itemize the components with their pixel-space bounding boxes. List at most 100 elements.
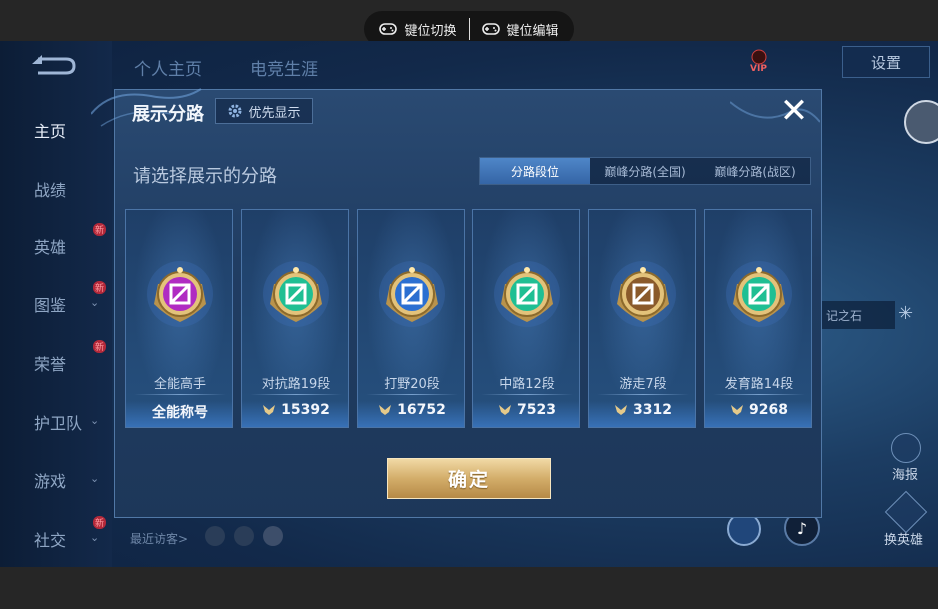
lane-card[interactable]: 发育路14段 9268	[704, 209, 812, 428]
all-round-emblem-icon	[147, 261, 213, 327]
lane-card-divider	[134, 394, 226, 395]
game-viewport: 主页 战绩 英雄新图鉴 ⌄ 新荣誉新护卫队 ⌄ 游戏 ⌄ 社交 ⌄ 新 个人主页 电竞生涯 VIP …	[0, 41, 938, 567]
round-menu-icon[interactable]	[904, 100, 938, 144]
chevron-down-icon: ⌄	[90, 414, 100, 427]
visitor-avatar[interactable]	[263, 526, 283, 546]
lane-type-tabs: 分路段位 巅峰分路(全国) 巅峰分路(战区)	[479, 157, 811, 185]
lane-card[interactable]: 全能高手 全能称号	[125, 209, 233, 428]
sidebar-item[interactable]: 荣誉 新	[0, 340, 112, 378]
lane-card[interactable]: 游走7段 3312	[588, 209, 696, 428]
settings-button[interactable]: 设置	[842, 46, 930, 78]
lane-card-name: 对抗路19段	[261, 377, 331, 392]
jungle-emblem-icon	[379, 261, 445, 327]
key-switch-button[interactable]: 键位切换	[367, 20, 468, 39]
lane-card-divider	[250, 394, 342, 395]
visitor-avatar[interactable]	[234, 526, 254, 546]
lane-type-tab[interactable]: 分路段位	[480, 158, 590, 184]
lane-card-score: 16752	[358, 402, 464, 418]
lane-card-score: 7523	[473, 402, 579, 418]
sidebar-item[interactable]: 游戏 ⌄	[0, 465, 112, 495]
gear-icon	[228, 104, 242, 118]
lane-card[interactable]: 对抗路19段 15392	[241, 209, 349, 428]
gamepad-icon	[481, 23, 500, 35]
snowflake-icon[interactable]: ✳	[898, 303, 913, 324]
new-badge: 新	[93, 223, 107, 236]
roam-emblem-icon	[610, 261, 676, 327]
chevron-down-icon: ⌄	[90, 472, 100, 485]
lane-card-score: 15392	[242, 402, 348, 418]
lane-card[interactable]: 中路12段 7523	[472, 209, 580, 428]
priority-display-button[interactable]: 优先显示	[215, 98, 313, 124]
lane-card-score-value: 16752	[397, 402, 446, 418]
dialog-title: 展示分路	[132, 104, 204, 125]
display-lane-dialog: 展示分路 优先显示 ✕ 请选择展示的分路 分路段位 巅峰分路(全国) 巅峰分路(战区…	[91, 88, 822, 518]
settings-label: 设置	[870, 53, 901, 72]
lane-card-divider	[713, 394, 805, 395]
lane-card-score: 9268	[705, 402, 811, 418]
back-arrow-icon[interactable]	[30, 55, 76, 77]
new-badge: 新	[93, 281, 107, 294]
sidebar-item[interactable]: 英雄 新	[0, 223, 112, 261]
lane-card-score: 全能称号	[126, 402, 232, 422]
lane-card-name: 中路12段	[499, 377, 555, 392]
lane-type-tab[interactable]: 巅峰分路(全国)	[590, 158, 700, 184]
lane-card-score-value: 全能称号	[152, 405, 208, 421]
dialog-subtitle: 请选择展示的分路	[133, 166, 277, 187]
recent-visitors-link[interactable]: 最近访客>	[130, 530, 188, 547]
stone-label[interactable]: 记之石	[820, 301, 895, 329]
sidebar-item-label: 图鉴	[34, 296, 67, 315]
poster-label: 海报	[892, 468, 919, 483]
lane-card-divider	[481, 394, 573, 395]
close-button[interactable]: ✕	[778, 94, 810, 128]
lane-card-score-value: 9268	[749, 402, 788, 418]
lane-card[interactable]: 打野20段 16752	[357, 209, 465, 428]
sidebar-item-label: 主页	[34, 122, 67, 141]
lane-card-score: 3312	[589, 402, 695, 418]
sidebar-item-label: 护卫队	[34, 414, 83, 433]
lane-type-tab[interactable]: 巅峰分路(战区)	[700, 158, 810, 184]
visitor-avatar[interactable]	[205, 526, 225, 546]
change-hero-icon[interactable]	[884, 490, 928, 534]
key-edit-button[interactable]: 键位编辑	[470, 20, 571, 39]
lane-card-name: 游走7段	[619, 377, 667, 392]
sidebar-item[interactable]: 战绩	[0, 174, 112, 204]
sidebar-item[interactable]: 社交 ⌄ 新	[0, 516, 112, 554]
tab-profile-home[interactable]: 个人主页	[134, 55, 202, 80]
points-icon	[615, 405, 628, 415]
lane-card-score-value: 3312	[633, 402, 672, 418]
points-icon	[731, 405, 744, 415]
sidebar-item[interactable]: 护卫队 ⌄	[0, 407, 112, 437]
tab-esports-career[interactable]: 电竞生涯	[250, 55, 318, 80]
sidebar-item-label: 荣誉	[34, 355, 67, 374]
chevron-down-icon: ⌄	[90, 531, 100, 544]
sidebar-item-label: 战绩	[34, 181, 67, 200]
key-switch-label: 键位切换	[404, 23, 457, 39]
bottom-overlay-bar	[0, 567, 938, 609]
sidebar-item-label: 社交	[34, 531, 67, 550]
chevron-down-icon: ⌄	[90, 296, 100, 309]
vip-badge[interactable]: VIP	[748, 46, 838, 76]
gamepad-icon	[379, 23, 398, 35]
vip-label: VIP	[750, 64, 767, 74]
lane-card-divider	[597, 394, 689, 395]
lane-card-name: 打野20段	[384, 377, 440, 392]
lane-card-divider	[366, 394, 458, 395]
priority-display-label: 优先显示	[248, 105, 301, 121]
points-icon	[499, 405, 512, 415]
sidebar-item-label: 英雄	[34, 238, 67, 257]
lane-card-score-value: 7523	[517, 402, 556, 418]
confirm-button[interactable]: 确定	[387, 458, 551, 499]
poster-icon[interactable]	[891, 433, 921, 463]
key-edit-label: 键位编辑	[506, 23, 559, 39]
points-icon	[379, 405, 392, 415]
farm-lane-emblem-icon	[726, 261, 792, 327]
lane-card-score-value: 15392	[281, 402, 330, 418]
lane-card-name: 发育路14段	[724, 377, 794, 392]
clash-lane-emblem-icon	[263, 261, 329, 327]
sidebar-item[interactable]: 图鉴 ⌄ 新	[0, 281, 112, 319]
mid-lane-emblem-icon	[494, 261, 560, 327]
sidebar-item-label: 游戏	[34, 472, 67, 491]
new-badge: 新	[93, 340, 107, 353]
lane-card-name: 全能高手	[153, 377, 206, 392]
points-icon	[263, 405, 276, 415]
